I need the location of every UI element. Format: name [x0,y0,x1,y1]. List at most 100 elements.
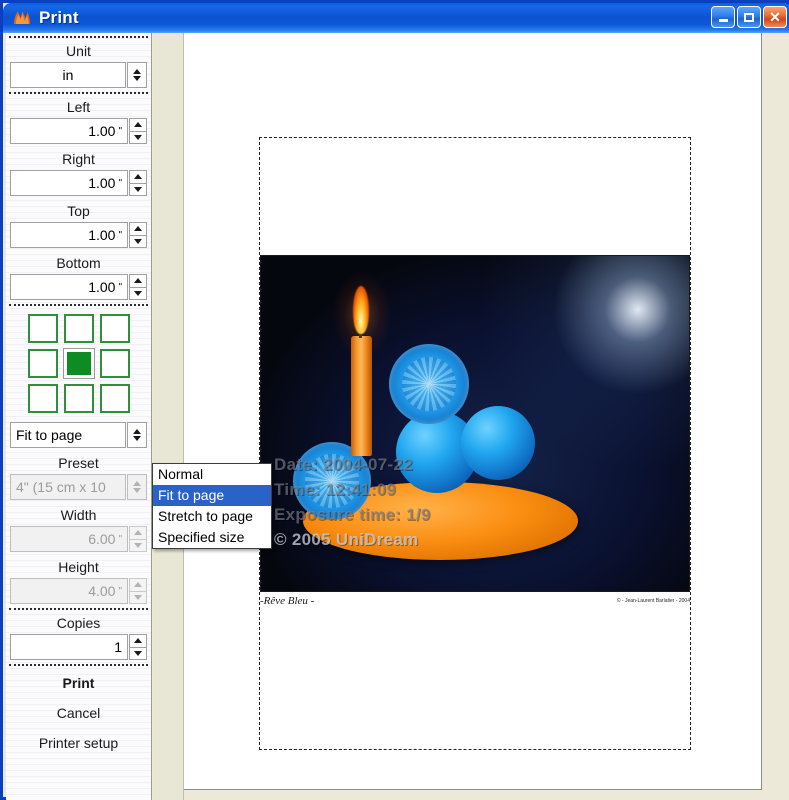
margin-right-label: Right [62,151,95,167]
margin-right-stepper[interactable] [129,170,147,196]
height-decrement [129,591,147,604]
margin-top-increment[interactable] [129,222,147,236]
close-button[interactable]: ✕ [763,6,787,28]
margin-bottom-row: 1.00 " [10,274,147,300]
arrow-down-icon [134,290,142,296]
margin-top-label: Top [67,203,90,219]
settings-sidebar: Unit in Left 1.00 " Right 1.00 " Top 1.0… [6,33,152,800]
unit-label: Unit [66,43,91,59]
margin-top-decrement[interactable] [129,235,147,248]
margin-right-unit: " [118,177,122,189]
margin-left-input[interactable]: 1.00 " [10,118,128,144]
margin-left-decrement[interactable] [129,131,147,144]
unit-select-arrows[interactable] [127,62,147,88]
arrow-down-icon [134,594,142,600]
height-input: 4.00 " [10,578,128,604]
margin-top-row: 1.00 " [10,222,147,248]
margin-top-unit: " [118,229,122,241]
photo-overlay-line-2: Time: 12:41:09 [274,480,397,499]
print-button[interactable]: Print [6,668,151,698]
copies-increment[interactable] [129,634,147,648]
maximize-icon [744,12,754,22]
copies-stepper[interactable] [129,634,147,660]
cancel-button[interactable]: Cancel [6,698,151,728]
photo-caption-title: -Rêve Bleu - [260,595,315,607]
photo-fruit-ball-back [461,406,535,480]
copies-decrement[interactable] [129,647,147,660]
margin-bottom-input[interactable]: 1.00 " [10,274,128,300]
arrow-down-icon [134,650,142,656]
position-cell-bottom-right[interactable] [99,384,130,413]
dropdown-option-fit-to-page[interactable]: Fit to page [153,485,271,506]
margin-left-value: 1.00 [88,123,116,139]
arrow-down-icon [134,542,142,548]
photo-candle-flame [353,286,369,334]
arrow-up-icon [134,530,142,536]
margin-right-row: 1.00 " [10,170,147,196]
arrow-up-icon [134,122,142,128]
margin-top-stepper[interactable] [129,222,147,248]
photo-candle [351,336,372,456]
dropdown-option-normal[interactable]: Normal [153,464,271,485]
flame-icon [12,9,32,27]
margin-bottom-value: 1.00 [88,279,116,295]
position-cell-top-right[interactable] [99,314,130,343]
height-increment [129,578,147,592]
margin-right-increment[interactable] [129,170,147,184]
divider [9,304,148,306]
width-value: 6.00 [88,531,116,547]
window-title: Print [39,8,79,27]
printer-setup-button[interactable]: Printer setup [6,728,151,758]
position-cell-middle-right[interactable] [99,349,130,378]
scale-mode-dropdown-menu[interactable]: Normal Fit to page Stretch to page Speci… [152,463,272,549]
photo-overlay-line-1: Date: 2004-07-22 [274,455,413,474]
image-position-grid[interactable] [6,314,151,413]
divider [9,36,148,38]
position-cell-bottom-left[interactable] [27,384,58,413]
photo-fruit-slice-top [389,344,469,424]
scale-mode-row: Fit to page [10,422,147,448]
title-bar: Print ✕ [3,3,789,33]
preview-photo: Date: 2004-07-22 Time: 12:41:09 Exposure… [260,255,690,592]
margin-left-label: Left [66,99,91,115]
copies-input[interactable]: 1 [10,634,128,660]
width-increment [129,526,147,540]
minimize-icon [718,19,728,22]
photo-caption-row: -Rêve Bleu - © - Jean-Laurent Barlatier … [260,593,690,609]
margin-right-value: 1.00 [88,175,116,191]
position-cell-middle-left[interactable] [27,349,58,378]
maximize-button[interactable] [737,6,761,28]
height-value: 4.00 [88,583,116,599]
divider [9,92,148,94]
margin-bottom-stepper[interactable] [129,274,147,300]
dropdown-option-specified-size[interactable]: Specified size [153,527,271,548]
arrow-up-icon [134,174,142,180]
width-stepper [129,526,147,552]
scale-mode-value[interactable]: Fit to page [10,422,126,448]
minimize-button[interactable] [711,6,735,28]
width-row: 6.00 " [10,526,147,552]
scale-mode-arrows[interactable] [127,422,147,448]
margin-left-stepper[interactable] [129,118,147,144]
margin-left-unit: " [118,125,122,137]
dropdown-option-stretch-to-page[interactable]: Stretch to page [153,506,271,527]
margin-top-input[interactable]: 1.00 " [10,222,128,248]
position-cell-center[interactable] [62,348,95,379]
dialog-body: Unit in Left 1.00 " Right 1.00 " Top 1.0… [6,33,789,800]
position-cell-bottom-center[interactable] [63,384,94,413]
position-cell-top-left[interactable] [27,314,58,343]
unit-select-value[interactable]: in [10,62,126,88]
margin-bottom-increment[interactable] [129,274,147,288]
width-label: Width [60,507,97,523]
margin-bottom-decrement[interactable] [129,287,147,300]
margin-left-increment[interactable] [129,118,147,132]
preview-bottom-strip [184,790,762,800]
margin-right-decrement[interactable] [129,183,147,196]
chevron-down-icon [133,76,141,81]
preview-right-strip [762,33,789,800]
margin-right-input[interactable]: 1.00 " [10,170,128,196]
height-label: Height [58,559,99,575]
copies-label: Copies [56,615,101,631]
position-cell-top-center[interactable] [63,314,94,343]
print-preview-pane: Date: 2004-07-22 Time: 12:41:09 Exposure… [184,33,762,790]
